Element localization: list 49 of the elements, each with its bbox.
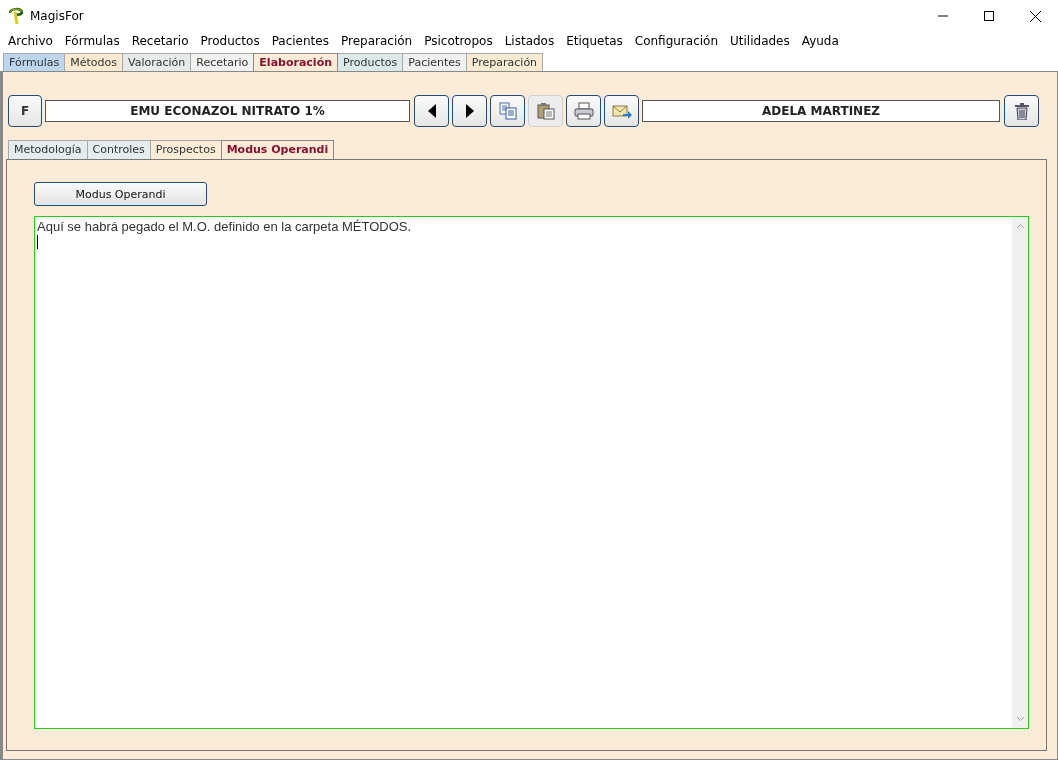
f-button[interactable]: F bbox=[8, 95, 42, 127]
scroll-up-icon bbox=[1015, 223, 1025, 229]
next-button[interactable] bbox=[452, 95, 487, 127]
patient-field[interactable]: ADELA MARTINEZ bbox=[642, 100, 1000, 122]
close-icon bbox=[1029, 10, 1041, 22]
previous-button[interactable] bbox=[414, 95, 449, 127]
menu-item[interactable]: Archivo bbox=[2, 34, 59, 48]
printer-icon bbox=[573, 102, 594, 120]
window-title: MagisFor bbox=[30, 9, 84, 23]
editor-text: Aquí se habrá pegado el M.O. definido en la carpeta MÉTODOS. bbox=[37, 219, 412, 234]
menu-item[interactable]: Preparación bbox=[334, 34, 419, 48]
tab[interactable]: Métodos bbox=[64, 53, 123, 71]
print-button[interactable] bbox=[566, 95, 601, 127]
tab[interactable]: Fórmulas bbox=[3, 53, 66, 71]
send-button[interactable] bbox=[604, 95, 639, 127]
menu-item[interactable]: Listados bbox=[498, 34, 561, 48]
tab[interactable]: Productos bbox=[337, 53, 404, 71]
scroll-down-icon bbox=[1015, 716, 1025, 722]
clipboard-icon bbox=[536, 102, 555, 120]
text-editor[interactable]: Aquí se habrá pegado el M.O. definido en la carpeta MÉTODOS. bbox=[34, 216, 1029, 729]
delete-button[interactable] bbox=[1004, 95, 1039, 127]
tab[interactable]: Recetario bbox=[190, 53, 255, 71]
menu-item[interactable]: Configuración bbox=[628, 34, 725, 48]
menu-item[interactable]: Recetario bbox=[125, 34, 195, 48]
tab[interactable]: Modus Operandi bbox=[220, 140, 335, 159]
maximize-icon bbox=[984, 11, 994, 21]
envelope-arrow-icon bbox=[611, 102, 632, 120]
trash-icon bbox=[1014, 102, 1029, 120]
menu-item[interactable]: Etiquetas bbox=[560, 34, 629, 48]
right-arrow-icon bbox=[465, 104, 474, 118]
menu-item[interactable]: Ayuda bbox=[795, 34, 845, 48]
menu-item[interactable]: Psicotropos bbox=[418, 34, 499, 48]
tab[interactable]: Valoración bbox=[121, 53, 192, 71]
copy-icon bbox=[498, 102, 517, 120]
copy-button[interactable] bbox=[490, 95, 525, 127]
app-logo-icon bbox=[8, 7, 24, 25]
tab[interactable]: Elaboración bbox=[253, 53, 339, 71]
formula-field[interactable]: EMU ECONAZOL NITRATO 1% bbox=[45, 100, 410, 122]
menu-item[interactable]: Utilidades bbox=[724, 34, 796, 48]
menu-item[interactable]: Fórmulas bbox=[58, 34, 126, 48]
menu-item[interactable]: Productos bbox=[194, 34, 266, 48]
left-arrow-icon bbox=[427, 104, 436, 118]
tab[interactable]: Controles bbox=[86, 140, 151, 159]
tab[interactable]: Preparación bbox=[465, 53, 544, 71]
tab[interactable]: Pacientes bbox=[402, 53, 467, 71]
menu-item[interactable]: Pacientes bbox=[265, 34, 335, 48]
scrollbar[interactable] bbox=[1012, 217, 1028, 728]
modus-operandi-button[interactable]: Modus Operandi bbox=[34, 182, 207, 206]
tab[interactable]: Metodología bbox=[8, 140, 88, 159]
